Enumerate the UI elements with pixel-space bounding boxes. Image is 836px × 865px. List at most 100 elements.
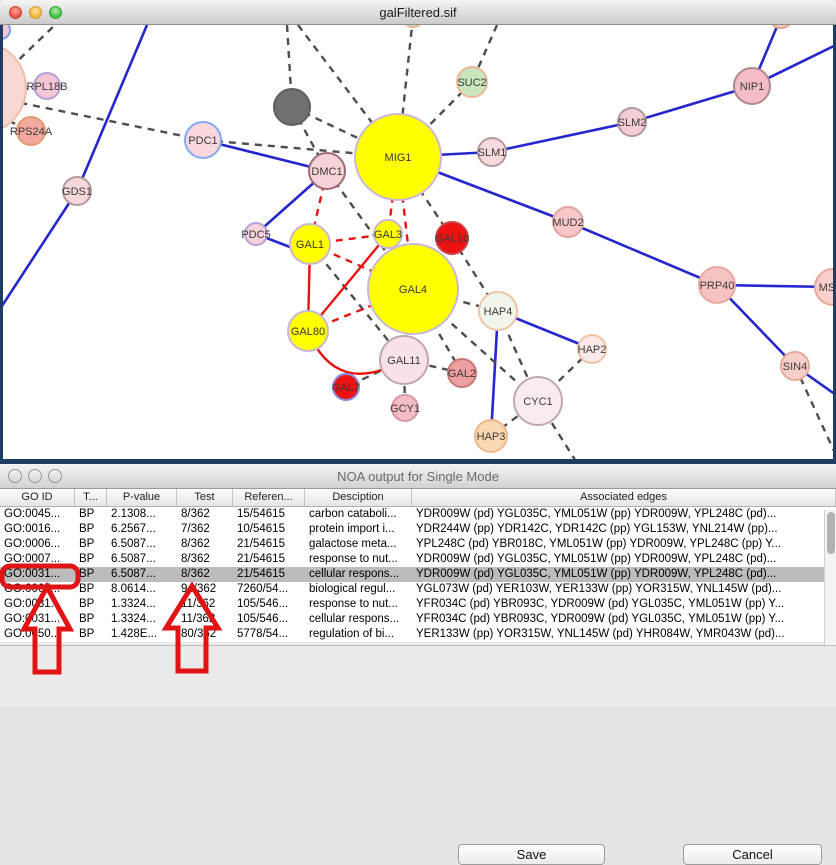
column-header-2[interactable]: P-value	[107, 489, 177, 506]
node-PDC1[interactable]: PDC1	[185, 122, 221, 158]
node-GAL4[interactable]: GAL4	[368, 244, 458, 334]
node-label-MSL1: MSL1	[819, 282, 833, 294]
cell-p_value: 6.5087...	[107, 552, 177, 567]
node-label-GAL11: GAL11	[387, 355, 420, 367]
node-GAL3[interactable]: GAL3	[374, 220, 402, 248]
node-RPS24A[interactable]: RPS24A	[10, 117, 53, 145]
minimize-button-inactive[interactable]	[28, 469, 42, 483]
zoom-button[interactable]	[49, 6, 62, 19]
node-label-GAL2: GAL2	[448, 368, 476, 380]
node-HAP4[interactable]: HAP4	[479, 292, 517, 330]
node-MIG1[interactable]: MIG1	[355, 114, 441, 200]
cell-description: carbon cataboli...	[305, 507, 412, 522]
node-circle-sliver[interactable]	[402, 25, 424, 27]
edge-blue	[568, 222, 717, 285]
cell-type: BP	[75, 582, 107, 597]
network-canvas[interactable]: RPL18B RPS24A GDS1 PDC1 MIG1 DMC1 SUC2 SLM1 SLM2…	[0, 25, 836, 461]
cell-test: 8/362	[177, 567, 233, 582]
node-label-PRP40: PRP40	[700, 280, 735, 292]
cell-edges: YDR009W (pd) YGL035C, YML051W (pp) YDR00…	[412, 552, 836, 567]
cell-description: protein import i...	[305, 522, 412, 537]
node-NIP1[interactable]: NIP1	[734, 68, 770, 104]
node-label-HAP2: HAP2	[578, 344, 607, 356]
cell-edges: YFR034C (pd) YBR093C, YDR009W (pd) YGL03…	[412, 597, 836, 612]
zoom-button-inactive[interactable]	[48, 469, 62, 483]
node-label-PDC5: PDC5	[241, 229, 270, 241]
cancel-button[interactable]: Cancel	[683, 844, 822, 865]
cell-p_value: 1.428E...	[107, 627, 177, 642]
node-corner[interactable]	[3, 25, 10, 39]
table-row[interactable]: GO:0065...BP8.0614...94/3627260/54...bio…	[0, 582, 836, 597]
cell-edges: YDR009W (pd) YGL035C, YML051W (pp) YDR00…	[412, 567, 836, 582]
table-row[interactable]: GO:0050...BP1.428E...80/3625778/54...reg…	[0, 627, 836, 642]
cell-reference: 105/546...	[233, 597, 305, 612]
cell-edges: YPL248C (pd) YBR018C, YML051W (pp) YDR00…	[412, 537, 836, 552]
cell-p_value: 6.2567...	[107, 522, 177, 537]
table-row[interactable]: GO:0031...BP1.3324...11/362105/546...res…	[0, 597, 836, 612]
column-header-6[interactable]: Associated edges	[412, 489, 836, 506]
noa-window-titlebar[interactable]: NOA output for Single Mode	[0, 464, 836, 489]
table-row[interactable]: GO:0031...BP1.3324...11/362105/546...cel…	[0, 612, 836, 627]
cell-type: BP	[75, 522, 107, 537]
node-CYC1[interactable]: CYC1	[514, 377, 562, 425]
node-SUC2[interactable]: SUC2	[457, 67, 487, 97]
table-row[interactable]: GO:0031...BP6.5087...8/36221/54615cellul…	[0, 567, 836, 582]
node-GAL1[interactable]: GAL1	[290, 224, 330, 264]
noa-window-title: NOA output for Single Mode	[337, 469, 499, 484]
scrollbar-thumb[interactable]	[827, 512, 835, 554]
node-MSL1[interactable]: MSL1	[815, 269, 833, 305]
table-row[interactable]: GO:0045...BP2.1308...8/36215/54615carbon…	[0, 507, 836, 522]
network-window-titlebar[interactable]: galFiltered.sif	[0, 0, 836, 25]
table-row[interactable]: GO:0006...BP6.5087...8/36221/54615galact…	[0, 537, 836, 552]
cell-type: BP	[75, 507, 107, 522]
table-scrollbar[interactable]	[824, 510, 836, 645]
node-GDS1[interactable]: GDS1	[62, 177, 92, 205]
node-top-partial[interactable]	[769, 25, 793, 28]
node-unnamed-gray[interactable]	[274, 89, 310, 125]
node-DMC1[interactable]: DMC1	[309, 153, 345, 189]
cell-go_id: GO:0031...	[0, 597, 75, 612]
edge-blue	[77, 25, 147, 191]
node-label-SLM1: SLM1	[478, 147, 507, 159]
column-header-4[interactable]: Referen...	[233, 489, 305, 506]
node-GAL2[interactable]: GAL2	[448, 359, 476, 387]
cell-edges: YER133W (pp) YOR315W, YNL145W (pd) YHR08…	[412, 627, 836, 642]
node-label-HAP3: HAP3	[477, 431, 506, 443]
node-circle-top-partial[interactable]	[769, 25, 793, 28]
node-SLM2[interactable]: SLM2	[618, 108, 647, 136]
cell-edges: YDR009W (pd) YGL035C, YML051W (pp) YDR00…	[412, 507, 836, 522]
cell-reference: 15/54615	[233, 507, 305, 522]
node-GAL80[interactable]: GAL80	[288, 311, 328, 351]
close-button[interactable]	[9, 6, 22, 19]
node-GCY1[interactable]: GCY1	[390, 395, 420, 421]
node-GAL11[interactable]: GAL11	[380, 336, 428, 384]
node-HAP2[interactable]: HAP2	[578, 335, 607, 363]
node-GAL7[interactable]: GAL7	[332, 374, 360, 400]
node-circle-unnamed-gray[interactable]	[274, 89, 310, 125]
node-MUD2[interactable]: MUD2	[552, 207, 583, 237]
node-circle-corner[interactable]	[3, 25, 10, 39]
node-SLM1[interactable]: SLM1	[478, 138, 507, 166]
node-HAP3[interactable]: HAP3	[475, 420, 507, 452]
node-SIN4[interactable]: SIN4	[781, 352, 809, 380]
save-button[interactable]: Save	[458, 844, 605, 865]
node-label-SUC2: SUC2	[457, 77, 486, 89]
column-header-3[interactable]: Test	[177, 489, 233, 506]
node-GAL10[interactable]: GAL10	[435, 222, 469, 254]
column-header-5[interactable]: Desciption	[305, 489, 412, 506]
column-header-0[interactable]: GO ID	[0, 489, 75, 506]
column-header-1[interactable]: T...	[75, 489, 107, 506]
cell-go_id: GO:0031...	[0, 567, 75, 582]
node-PRP40[interactable]: PRP40	[699, 267, 735, 303]
cell-type: BP	[75, 567, 107, 582]
close-button-inactive[interactable]	[8, 469, 22, 483]
cell-type: BP	[75, 537, 107, 552]
table-row[interactable]: GO:0016...BP6.2567...7/36210/54615protei…	[0, 522, 836, 537]
node-sliver[interactable]	[402, 25, 424, 27]
table-row[interactable]: GO:0007...BP6.5087...8/36221/54615respon…	[0, 552, 836, 567]
cell-go_id: GO:0031...	[0, 612, 75, 627]
minimize-button[interactable]	[29, 6, 42, 19]
cell-test: 7/362	[177, 522, 233, 537]
node-RPL18B[interactable]: RPL18B	[27, 73, 68, 99]
table-header: GO IDT...P-valueTestReferen...Desciption…	[0, 489, 836, 507]
